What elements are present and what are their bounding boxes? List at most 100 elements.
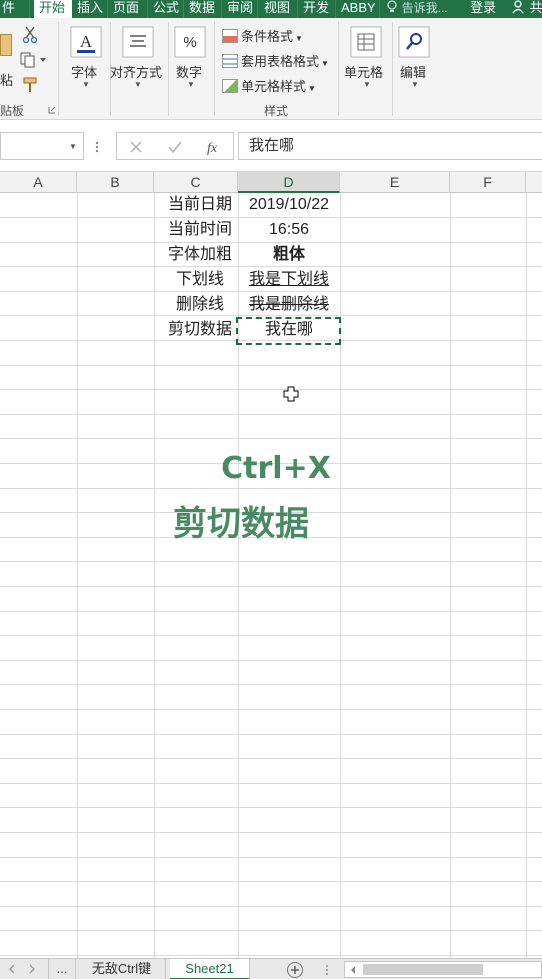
worksheet-grid[interactable]: 当前日期 2019/10/22 当前时间 16:56 字体加粗 粗体 下划线 我…: [0, 193, 542, 958]
search-icon: [398, 26, 430, 58]
grid-row-line: [0, 389, 542, 390]
number-button[interactable]: % 数字 ▼: [172, 24, 212, 104]
grid-row-line: [0, 807, 542, 808]
cell-d3[interactable]: 粗体: [238, 243, 340, 267]
table-format-label: 套用表格格式: [241, 54, 320, 69]
share-button[interactable]: 共: [512, 0, 542, 18]
cancel-icon[interactable]: [129, 140, 143, 154]
more-dots-icon: [95, 141, 99, 153]
lightbulb-icon: [387, 0, 397, 12]
grid-row-line: [0, 783, 542, 784]
cell-style-button[interactable]: 单元格样式 ▼: [222, 76, 316, 95]
cell-style-label: 单元格样式: [241, 79, 307, 94]
svg-text:%: %: [183, 34, 196, 51]
grid-row-line: [0, 414, 542, 415]
add-sheet-icon[interactable]: [286, 961, 304, 979]
scrollbar-thumb[interactable]: [363, 964, 483, 975]
tab-file[interactable]: 件: [0, 0, 30, 18]
login-link[interactable]: 登录: [470, 0, 500, 18]
enter-icon[interactable]: [167, 140, 183, 154]
column-header-c[interactable]: C: [154, 172, 238, 193]
formula-buttons: fx: [116, 132, 234, 160]
grid-row-line: [0, 955, 542, 956]
grid-row-line: [0, 488, 542, 489]
cut-marquee: [236, 317, 341, 345]
formula-input[interactable]: 我在哪: [238, 132, 542, 160]
editing-button[interactable]: 编辑 ▼: [396, 24, 436, 104]
tell-me-label: 告诉我...: [401, 1, 448, 15]
tab-page-layout[interactable]: 页面: [110, 0, 148, 18]
grid-row-line: [0, 709, 542, 710]
sheet-tab-ctrl-keys[interactable]: 无敌Ctrl键: [78, 959, 166, 979]
format-painter-icon[interactable]: [22, 76, 40, 94]
cell-c1[interactable]: 当前日期: [154, 193, 238, 217]
grid-row-line: [0, 881, 542, 882]
styles-group-label: 样式: [264, 104, 289, 118]
grid-row-line: [0, 561, 542, 562]
column-header-a[interactable]: A: [0, 172, 77, 193]
tab-splitter-icon[interactable]: [324, 964, 330, 976]
cells-group-label: 单元格: [344, 65, 384, 80]
tab-data[interactable]: 数据: [186, 0, 222, 18]
column-header-d[interactable]: D: [238, 172, 340, 193]
conditional-format-icon: [222, 29, 238, 43]
cell-c6[interactable]: 剪切数据: [154, 318, 238, 342]
scrollbar-left-arrow-icon[interactable]: [349, 965, 357, 975]
grid-row-line: [0, 586, 542, 587]
dialog-launcher-icon[interactable]: [48, 106, 56, 114]
scissors-icon[interactable]: [22, 26, 38, 44]
conditional-format-label: 条件格式: [241, 29, 294, 44]
clipboard-group-label: 贴板: [0, 104, 25, 118]
cell-d2[interactable]: 16:56: [238, 218, 340, 242]
svg-text:fx: fx: [207, 141, 218, 156]
table-format-button[interactable]: 套用表格格式 ▼: [222, 51, 329, 70]
table-format-icon: [222, 54, 238, 68]
tab-formulas[interactable]: 公式: [150, 0, 184, 18]
column-header-f[interactable]: F: [450, 172, 526, 193]
grid-column-line: [340, 193, 341, 958]
paste-label: 粘: [0, 73, 14, 88]
copy-icon[interactable]: [20, 52, 48, 68]
tab-developer[interactable]: 开发: [300, 0, 336, 18]
name-box[interactable]: ▼: [0, 132, 84, 160]
font-button[interactable]: A 字体 ▼: [66, 24, 106, 104]
tab-insert[interactable]: 插入: [74, 0, 108, 18]
column-header-b[interactable]: B: [77, 172, 154, 193]
tab-home[interactable]: 开始: [34, 0, 72, 18]
sheet-tab-bar: ... 无敌Ctrl键 Sheet21: [0, 958, 542, 979]
grid-row-line: [0, 734, 542, 735]
cell-d5[interactable]: 我是删除线: [238, 293, 340, 317]
number-group-label: 数字: [176, 65, 203, 80]
cells-button[interactable]: 单元格 ▼: [344, 24, 390, 104]
grid-row-line: [0, 832, 542, 833]
paste-button[interactable]: 粘: [0, 28, 14, 88]
scroll-right-icon[interactable]: [28, 964, 36, 974]
cell-c2[interactable]: 当前时间: [154, 218, 238, 242]
sheet-tab-sheet21[interactable]: Sheet21: [170, 959, 250, 979]
grid-row-line: [0, 611, 542, 612]
grid-row-line: [0, 906, 542, 907]
cell-style-icon: [222, 79, 238, 93]
grid-row-line: [0, 635, 542, 636]
cell-c4[interactable]: 下划线: [154, 268, 238, 292]
sheet-tab-more[interactable]: ...: [48, 959, 76, 979]
cell-c3[interactable]: 字体加粗: [154, 243, 238, 267]
cell-d4[interactable]: 我是下划线: [238, 268, 340, 292]
overlay-shortcut-text: Ctrl+X: [221, 451, 331, 486]
horizontal-scrollbar[interactable]: [344, 961, 542, 978]
fx-icon[interactable]: fx: [205, 138, 223, 156]
editing-group-label: 编辑: [400, 65, 427, 80]
cell-d1[interactable]: 2019/10/22: [238, 193, 340, 217]
tab-view[interactable]: 视图: [260, 0, 298, 18]
column-header-e[interactable]: E: [340, 172, 450, 193]
tab-abbyy[interactable]: ABBY: [338, 0, 380, 18]
grid-row-line: [0, 438, 542, 439]
conditional-format-button[interactable]: 条件格式 ▼: [222, 26, 303, 45]
grid-row-line: [0, 930, 542, 931]
scroll-left-icon[interactable]: [8, 964, 16, 974]
tell-me-search[interactable]: 告诉我...: [386, 0, 466, 18]
cell-c5[interactable]: 删除线: [154, 293, 238, 317]
font-icon: A: [70, 26, 102, 58]
alignment-button[interactable]: 对齐方式 ▼: [110, 24, 166, 104]
tab-review[interactable]: 审阅: [224, 0, 258, 18]
